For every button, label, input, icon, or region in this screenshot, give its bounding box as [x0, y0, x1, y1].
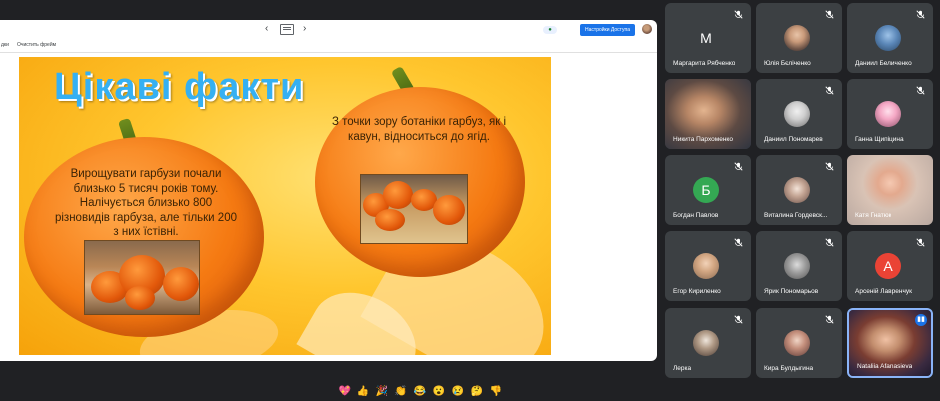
mic-off-icon — [825, 238, 834, 247]
participant-name: Даниил Беличенко — [855, 60, 912, 67]
avatar — [875, 25, 901, 51]
fact-text-history: Вирощувати гарбузи почали близько 5 тися… — [54, 168, 237, 238]
participant-tile[interactable]: Никита Пархоменко — [665, 79, 751, 149]
participant-name: Егор Кириленко — [673, 288, 721, 295]
avatar — [784, 25, 810, 51]
fact-text-botany: З точки зору ботаніки гарбуз, як і кавун… — [331, 116, 507, 143]
avatar — [784, 330, 810, 356]
avatar: М — [700, 30, 712, 46]
pumpkins-photo — [84, 240, 200, 315]
mic-off-icon — [825, 86, 834, 95]
participant-tile[interactable]: М Маргарита Рябченко — [665, 3, 751, 73]
participant-name: Ганна Щипіцина — [855, 136, 904, 143]
reaction-clap-button[interactable]: 👏 — [394, 385, 408, 399]
toolbar-item-left[interactable]: дки — [1, 42, 9, 48]
avatar[interactable] — [642, 24, 652, 34]
mic-off-icon — [825, 10, 834, 19]
participant-tile[interactable]: Кира Булдыгина — [756, 308, 842, 378]
mic-off-icon — [734, 238, 743, 247]
reaction-surprised-button[interactable]: 😮 — [432, 385, 446, 399]
participant-name: Виталина Гордевск... — [764, 212, 828, 219]
reaction-heart-button[interactable]: 💖 — [338, 385, 352, 399]
participant-name: Никита Пархоменко — [673, 136, 733, 143]
mic-off-icon — [734, 10, 743, 19]
slide-title: Цікаві факти — [54, 66, 305, 108]
participant-tile[interactable]: Катя Гнатюк — [847, 155, 933, 225]
avatar: Б — [693, 177, 719, 203]
mic-off-icon — [825, 162, 834, 171]
participant-name: Арсеній Лавренчук — [855, 288, 912, 295]
speaking-indicator-icon: ▮▮ — [915, 314, 927, 326]
participant-tile[interactable]: Даниил Пономарев — [756, 79, 842, 149]
participant-tile-active-speaker[interactable]: ▮▮ Nataliia Afanasieva — [847, 308, 933, 378]
reaction-thumbs-down-button[interactable]: 👎 — [489, 385, 503, 399]
clear-frame-button[interactable]: Очистить фрейм — [17, 42, 56, 48]
participant-name: Юлія Бєліченко — [764, 60, 811, 67]
access-settings-button[interactable]: Настройки Доступа — [580, 24, 635, 36]
pumpkins-photo — [360, 174, 468, 244]
reaction-sad-button[interactable]: 😢 — [451, 385, 465, 399]
participant-tile[interactable]: Лерка — [665, 308, 751, 378]
avatar — [784, 101, 810, 127]
avatar — [693, 330, 719, 356]
participant-name: Кира Булдыгина — [764, 365, 814, 372]
slides-grid-icon[interactable] — [280, 24, 294, 35]
participant-tile[interactable]: А Арсеній Лавренчук — [847, 231, 933, 301]
mic-off-icon — [825, 315, 834, 324]
participant-name: Ярик Пономарьов — [764, 288, 819, 295]
participant-tile[interactable]: Виталина Гордевск... — [756, 155, 842, 225]
participant-tile[interactable]: Б Богдан Павлов — [665, 155, 751, 225]
participant-tile[interactable]: Ярик Пономарьов — [756, 231, 842, 301]
mic-off-icon — [916, 238, 925, 247]
presentation-topbar: ‹ › ● Настройки Доступа — [0, 20, 657, 40]
avatar: А — [875, 253, 901, 279]
reaction-party-button[interactable]: 🎉 — [375, 385, 389, 399]
next-slide-button[interactable]: › — [303, 23, 306, 34]
meet-icon[interactable]: ● — [543, 26, 557, 34]
mic-off-icon — [916, 86, 925, 95]
participant-tile[interactable]: Егор Кириленко — [665, 231, 751, 301]
participant-tile[interactable]: Юлія Бєліченко — [756, 3, 842, 73]
mic-off-icon — [734, 315, 743, 324]
participant-name: Лерка — [673, 365, 692, 372]
reaction-thinking-button[interactable]: 🤔 — [470, 385, 484, 399]
participant-name: Маргарита Рябченко — [673, 60, 736, 67]
presentation-toolbar: дки Очистить фрейм — [0, 40, 657, 53]
shared-screen: ‹ › ● Настройки Доступа дки Очистить фре… — [0, 20, 657, 361]
participant-tile[interactable]: Даниил Беличенко — [847, 3, 933, 73]
avatar — [875, 101, 901, 127]
reaction-laugh-button[interactable]: 😂 — [413, 385, 427, 399]
mic-off-icon — [916, 10, 925, 19]
participant-name: Nataliia Afanasieva — [857, 363, 913, 370]
mic-off-icon — [734, 162, 743, 171]
presentation-slide: Вирощувати гарбузи почали близько 5 тися… — [19, 57, 551, 355]
participant-name: Богдан Павлов — [673, 212, 719, 219]
previous-slide-button[interactable]: ‹ — [265, 23, 268, 34]
participant-name: Даниил Пономарев — [764, 136, 823, 143]
participant-tile[interactable]: Ганна Щипіцина — [847, 79, 933, 149]
reaction-thumbs-up-button[interactable]: 👍 — [356, 385, 370, 399]
avatar — [693, 253, 719, 279]
participant-name: Катя Гнатюк — [855, 212, 892, 219]
avatar — [784, 177, 810, 203]
avatar — [784, 253, 810, 279]
